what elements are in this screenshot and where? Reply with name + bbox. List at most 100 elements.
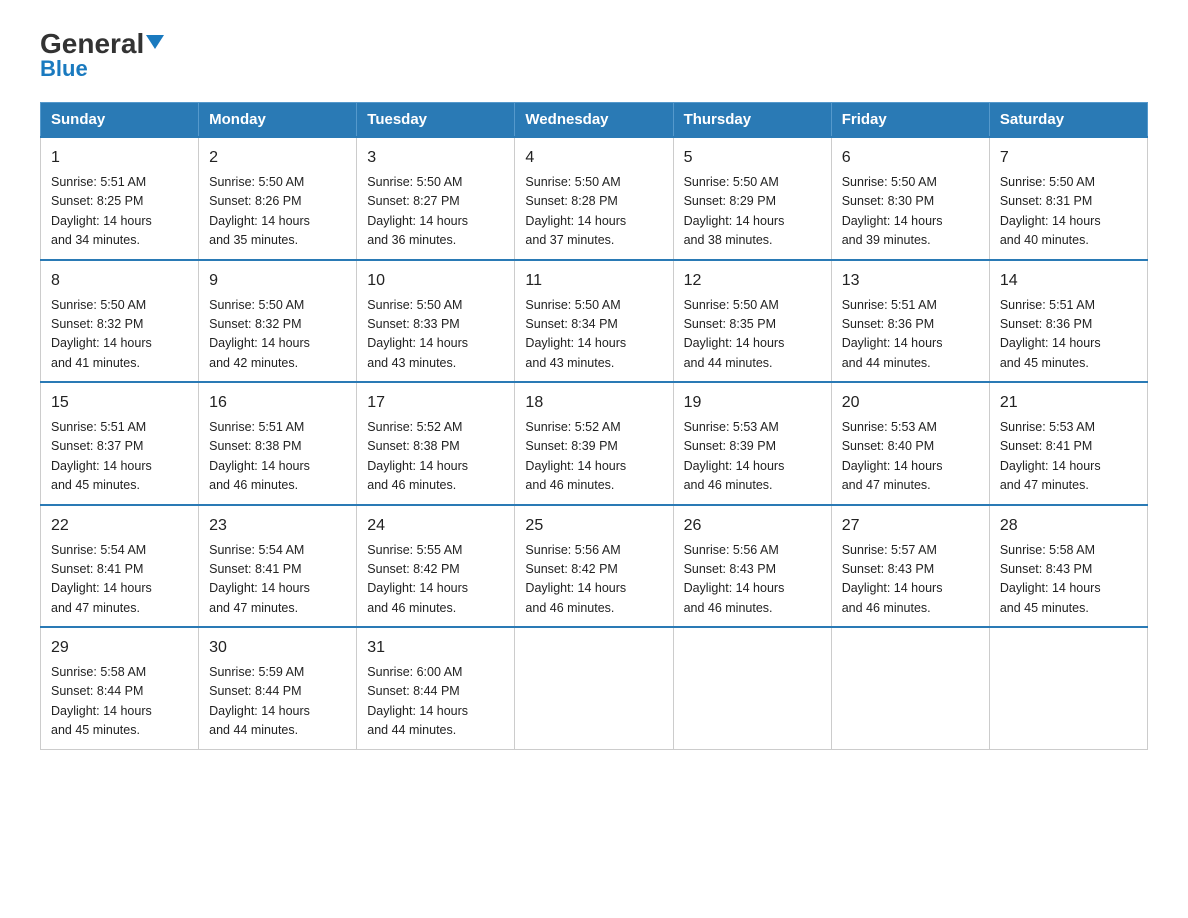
day-number: 31 <box>367 636 504 660</box>
calendar-cell: 21 Sunrise: 5:53 AMSunset: 8:41 PMDayligh… <box>989 382 1147 505</box>
day-number: 24 <box>367 514 504 538</box>
day-info: Sunrise: 5:51 AMSunset: 8:37 PMDaylight:… <box>51 418 188 496</box>
day-number: 15 <box>51 391 188 415</box>
calendar-cell: 27 Sunrise: 5:57 AMSunset: 8:43 PMDayligh… <box>831 505 989 628</box>
day-info: Sunrise: 5:50 AMSunset: 8:27 PMDaylight:… <box>367 173 504 251</box>
day-number: 16 <box>209 391 346 415</box>
day-number: 13 <box>842 269 979 293</box>
day-info: Sunrise: 5:56 AMSunset: 8:43 PMDaylight:… <box>684 541 821 619</box>
week-row-2: 8 Sunrise: 5:50 AMSunset: 8:32 PMDaylight… <box>41 260 1148 383</box>
calendar-cell: 15 Sunrise: 5:51 AMSunset: 8:37 PMDayligh… <box>41 382 199 505</box>
calendar-cell <box>831 627 989 749</box>
calendar-cell: 30Sunrise: 5:59 AMSunset: 8:44 PMDayligh… <box>199 627 357 749</box>
day-info: Sunrise: 5:54 AMSunset: 8:41 PMDaylight:… <box>209 541 346 619</box>
day-info: Sunrise: 5:55 AMSunset: 8:42 PMDaylight:… <box>367 541 504 619</box>
logo: General Blue <box>40 30 164 82</box>
calendar-cell: 6 Sunrise: 5:50 AMSunset: 8:30 PMDaylight… <box>831 137 989 260</box>
day-number: 4 <box>525 146 662 170</box>
day-info: Sunrise: 5:59 AMSunset: 8:44 PMDaylight:… <box>209 663 346 741</box>
day-number: 8 <box>51 269 188 293</box>
week-row-1: 1 Sunrise: 5:51 AMSunset: 8:25 PMDaylight… <box>41 137 1148 260</box>
calendar-cell: 25 Sunrise: 5:56 AMSunset: 8:42 PMDayligh… <box>515 505 673 628</box>
day-info: Sunrise: 5:51 AMSunset: 8:38 PMDaylight:… <box>209 418 346 496</box>
day-number: 25 <box>525 514 662 538</box>
calendar-cell: 31 Sunrise: 6:00 AMSunset: 8:44 PMDayligh… <box>357 627 515 749</box>
calendar-cell: 8 Sunrise: 5:50 AMSunset: 8:32 PMDaylight… <box>41 260 199 383</box>
weekday-header-row: SundayMondayTuesdayWednesdayThursdayFrid… <box>41 103 1148 138</box>
calendar-cell: 4 Sunrise: 5:50 AMSunset: 8:28 PMDaylight… <box>515 137 673 260</box>
day-info: Sunrise: 5:57 AMSunset: 8:43 PMDaylight:… <box>842 541 979 619</box>
week-row-5: 29Sunrise: 5:58 AMSunset: 8:44 PMDayligh… <box>41 627 1148 749</box>
day-info: Sunrise: 5:52 AMSunset: 8:38 PMDaylight:… <box>367 418 504 496</box>
day-number: 11 <box>525 269 662 293</box>
day-number: 23 <box>209 514 346 538</box>
calendar-cell: 3 Sunrise: 5:50 AMSunset: 8:27 PMDaylight… <box>357 137 515 260</box>
day-info: Sunrise: 5:53 AMSunset: 8:41 PMDaylight:… <box>1000 418 1137 496</box>
day-info: Sunrise: 5:50 AMSunset: 8:30 PMDaylight:… <box>842 173 979 251</box>
weekday-header-tuesday: Tuesday <box>357 103 515 138</box>
weekday-header-friday: Friday <box>831 103 989 138</box>
day-info: Sunrise: 5:53 AMSunset: 8:40 PMDaylight:… <box>842 418 979 496</box>
calendar-cell: 28Sunrise: 5:58 AMSunset: 8:43 PMDayligh… <box>989 505 1147 628</box>
logo-general: General <box>40 30 164 58</box>
day-info: Sunrise: 5:50 AMSunset: 8:28 PMDaylight:… <box>525 173 662 251</box>
day-info: Sunrise: 5:52 AMSunset: 8:39 PMDaylight:… <box>525 418 662 496</box>
calendar-cell: 14 Sunrise: 5:51 AMSunset: 8:36 PMDayligh… <box>989 260 1147 383</box>
logo-triangle-icon <box>146 35 164 49</box>
calendar-cell: 20 Sunrise: 5:53 AMSunset: 8:40 PMDayligh… <box>831 382 989 505</box>
calendar-cell: 26 Sunrise: 5:56 AMSunset: 8:43 PMDayligh… <box>673 505 831 628</box>
calendar-cell <box>515 627 673 749</box>
day-number: 22 <box>51 514 188 538</box>
day-info: Sunrise: 5:54 AMSunset: 8:41 PMDaylight:… <box>51 541 188 619</box>
day-info: Sunrise: 5:50 AMSunset: 8:32 PMDaylight:… <box>51 296 188 374</box>
calendar-cell: 24 Sunrise: 5:55 AMSunset: 8:42 PMDayligh… <box>357 505 515 628</box>
day-number: 18 <box>525 391 662 415</box>
calendar-cell: 12 Sunrise: 5:50 AMSunset: 8:35 PMDayligh… <box>673 260 831 383</box>
header: General Blue <box>40 30 1148 82</box>
week-row-4: 22 Sunrise: 5:54 AMSunset: 8:41 PMDayligh… <box>41 505 1148 628</box>
day-info: Sunrise: 5:50 AMSunset: 8:31 PMDaylight:… <box>1000 173 1137 251</box>
day-number: 21 <box>1000 391 1137 415</box>
day-info: Sunrise: 5:50 AMSunset: 8:32 PMDaylight:… <box>209 296 346 374</box>
calendar-cell: 22 Sunrise: 5:54 AMSunset: 8:41 PMDayligh… <box>41 505 199 628</box>
day-number: 20 <box>842 391 979 415</box>
day-number: 26 <box>684 514 821 538</box>
calendar-cell: 19Sunrise: 5:53 AMSunset: 8:39 PMDayligh… <box>673 382 831 505</box>
calendar-cell: 11 Sunrise: 5:50 AMSunset: 8:34 PMDayligh… <box>515 260 673 383</box>
day-number: 12 <box>684 269 821 293</box>
day-number: 29 <box>51 636 188 660</box>
calendar-cell <box>673 627 831 749</box>
day-info: Sunrise: 5:51 AMSunset: 8:36 PMDaylight:… <box>1000 296 1137 374</box>
calendar-cell: 23 Sunrise: 5:54 AMSunset: 8:41 PMDayligh… <box>199 505 357 628</box>
day-info: Sunrise: 5:50 AMSunset: 8:26 PMDaylight:… <box>209 173 346 251</box>
day-info: Sunrise: 5:50 AMSunset: 8:35 PMDaylight:… <box>684 296 821 374</box>
weekday-header-sunday: Sunday <box>41 103 199 138</box>
calendar-cell: 18 Sunrise: 5:52 AMSunset: 8:39 PMDayligh… <box>515 382 673 505</box>
calendar-cell <box>989 627 1147 749</box>
calendar-cell: 1 Sunrise: 5:51 AMSunset: 8:25 PMDaylight… <box>41 137 199 260</box>
calendar-table: SundayMondayTuesdayWednesdayThursdayFrid… <box>40 102 1148 750</box>
day-info: Sunrise: 5:53 AMSunset: 8:39 PMDaylight:… <box>684 418 821 496</box>
day-info: Sunrise: 5:50 AMSunset: 8:33 PMDaylight:… <box>367 296 504 374</box>
weekday-header-thursday: Thursday <box>673 103 831 138</box>
day-info: Sunrise: 5:56 AMSunset: 8:42 PMDaylight:… <box>525 541 662 619</box>
day-number: 1 <box>51 146 188 170</box>
day-number: 6 <box>842 146 979 170</box>
day-number: 5 <box>684 146 821 170</box>
weekday-header-monday: Monday <box>199 103 357 138</box>
day-info: Sunrise: 5:50 AMSunset: 8:34 PMDaylight:… <box>525 296 662 374</box>
calendar-cell: 10Sunrise: 5:50 AMSunset: 8:33 PMDayligh… <box>357 260 515 383</box>
day-info: Sunrise: 5:51 AMSunset: 8:25 PMDaylight:… <box>51 173 188 251</box>
calendar-cell: 2Sunrise: 5:50 AMSunset: 8:26 PMDaylight… <box>199 137 357 260</box>
day-number: 27 <box>842 514 979 538</box>
weekday-header-saturday: Saturday <box>989 103 1147 138</box>
logo-blue: Blue <box>40 56 88 82</box>
day-number: 28 <box>1000 514 1137 538</box>
day-number: 17 <box>367 391 504 415</box>
day-number: 14 <box>1000 269 1137 293</box>
calendar-cell: 9Sunrise: 5:50 AMSunset: 8:32 PMDaylight… <box>199 260 357 383</box>
day-number: 3 <box>367 146 504 170</box>
day-info: Sunrise: 6:00 AMSunset: 8:44 PMDaylight:… <box>367 663 504 741</box>
calendar-cell: 7Sunrise: 5:50 AMSunset: 8:31 PMDaylight… <box>989 137 1147 260</box>
week-row-3: 15 Sunrise: 5:51 AMSunset: 8:37 PMDayligh… <box>41 382 1148 505</box>
